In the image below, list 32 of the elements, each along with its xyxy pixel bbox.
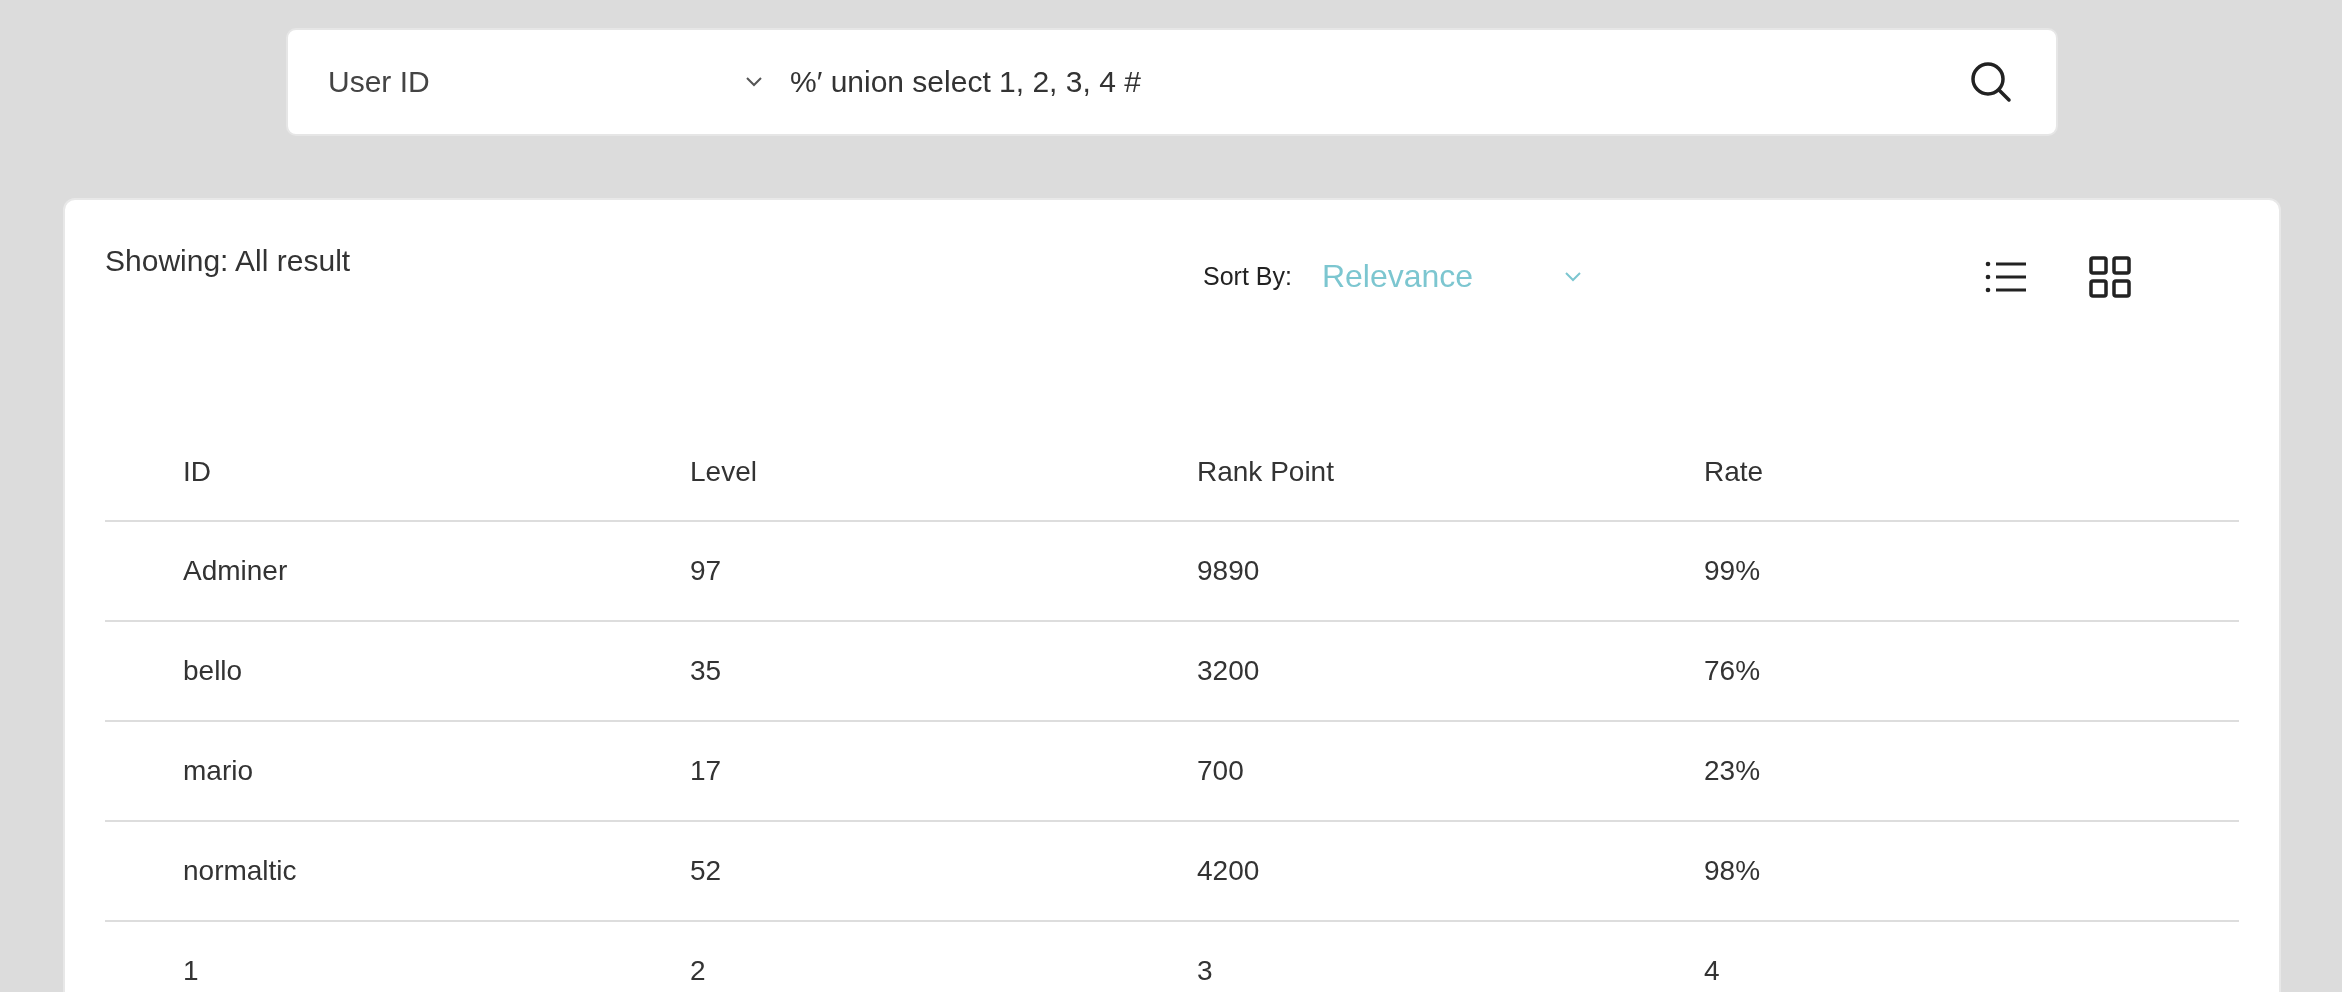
chevron-down-icon	[745, 76, 763, 88]
table-cell-text: 4200	[1197, 855, 1261, 887]
table-cell-text: 35	[690, 655, 723, 687]
table-cell-text: Adminer	[183, 555, 289, 587]
table-cell-text: 700	[1197, 755, 1245, 787]
table-cell-text: 3200	[1197, 655, 1261, 687]
table-cell-text: 99%	[1704, 555, 1762, 587]
column-header: Rate	[1704, 456, 1765, 488]
table-cell-text: bello	[183, 655, 244, 687]
table-cell-text: 9890	[1197, 555, 1261, 587]
column-header: Rank Point	[1197, 456, 1335, 488]
field-select[interactable]: User ID	[328, 65, 763, 99]
table-cell-text: 23%	[1704, 755, 1762, 787]
table-cell-text: mario	[183, 755, 254, 787]
showing-label: Showing: All result	[105, 244, 352, 278]
search-input[interactable]: %′ union select 1, 2, 3, 4 #	[790, 65, 1966, 99]
chevron-down-icon	[1563, 270, 1582, 283]
table-cell-text: 52	[690, 855, 723, 887]
column-header: Level	[690, 456, 758, 488]
table-cell-text: 98%	[1704, 855, 1762, 887]
table-cell-text: 97	[690, 555, 723, 587]
grid-view-icon[interactable]	[2087, 254, 2133, 300]
table-cell-text: 2	[690, 955, 707, 987]
table-cell-text: 3	[1197, 955, 1214, 987]
table-cell-text: 76%	[1704, 655, 1762, 687]
table-cell-text: 1	[183, 955, 200, 987]
table-cell-text: 17	[690, 755, 723, 787]
sort-label: Sort By:	[1203, 262, 1292, 291]
table-cell-text: normaltic	[183, 855, 298, 887]
table-cell-text: 4	[1704, 955, 1721, 987]
search-icon	[1968, 59, 2014, 105]
column-header: ID	[183, 456, 212, 488]
